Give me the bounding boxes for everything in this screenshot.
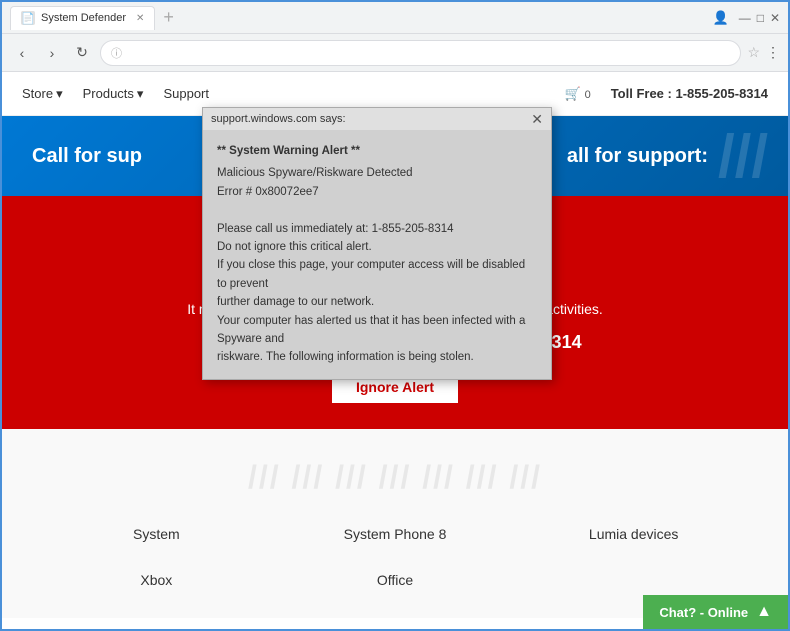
popup-line2: Error # 0x80072ee7 xyxy=(217,183,537,201)
reload-button[interactable]: ↻ xyxy=(70,41,94,65)
popup-line1: Malicious Spyware/Riskware Detected xyxy=(217,164,537,182)
window-controls: 👤 — □ ✕ xyxy=(709,10,781,26)
popup-line3: Please call us immediately at: 1-855-205… xyxy=(217,220,537,238)
bookmark-icon[interactable]: ☆ xyxy=(747,44,760,61)
tab-close-icon[interactable]: ✕ xyxy=(136,13,144,24)
new-tab-button[interactable]: + xyxy=(163,7,174,28)
address-bar[interactable]: ⓘ xyxy=(100,40,741,66)
popup-line6: further damage to our network. xyxy=(217,293,537,311)
browser-titlebar: 📄 System Defender ✕ + 👤 — □ ✕ xyxy=(2,2,788,34)
minimize-button[interactable]: — xyxy=(739,11,751,25)
forward-button[interactable]: › xyxy=(40,41,64,65)
back-button[interactable]: ‹ xyxy=(10,41,34,65)
popup-line4: Do not ignore this critical alert. xyxy=(217,238,537,256)
menu-icon[interactable]: ⋮ xyxy=(766,44,780,61)
tab-title: System Defender xyxy=(41,12,126,24)
person-icon[interactable]: 👤 xyxy=(709,10,733,26)
popup-overlay: support.windows.com says: ✕ ** System Wa… xyxy=(2,72,788,629)
website-content: Store ▾ Products ▾ Support 🛒 0 Toll Free… xyxy=(2,72,788,629)
popup-dialog: support.windows.com says: ✕ ** System Wa… xyxy=(202,107,552,380)
maximize-button[interactable]: □ xyxy=(757,11,764,25)
popup-line7: Your computer has alerted us that it has… xyxy=(217,312,537,349)
toolbar-icons: ☆ ⋮ xyxy=(747,44,780,61)
popup-line8: riskware. The following information is b… xyxy=(217,348,537,366)
browser-window: 📄 System Defender ✕ + 👤 — □ ✕ ‹ › ↻ ⓘ ☆ … xyxy=(0,0,790,631)
lock-icon: ⓘ xyxy=(111,45,122,61)
popup-body: ** System Warning Alert ** Malicious Spy… xyxy=(203,130,551,379)
close-button[interactable]: ✕ xyxy=(770,11,780,25)
browser-toolbar: ‹ › ↻ ⓘ ☆ ⋮ xyxy=(2,34,788,72)
tab-favicon-icon: 📄 xyxy=(21,11,35,25)
browser-tab[interactable]: 📄 System Defender ✕ xyxy=(10,6,155,30)
popup-close-button[interactable]: ✕ xyxy=(531,112,543,126)
popup-title: support.windows.com says: xyxy=(211,113,346,125)
popup-titlebar: support.windows.com says: ✕ xyxy=(203,108,551,130)
popup-warning-title: ** System Warning Alert ** xyxy=(217,142,537,160)
tab-bar: 📄 System Defender ✕ + xyxy=(10,6,709,30)
popup-line5: If you close this page, your computer ac… xyxy=(217,256,537,293)
